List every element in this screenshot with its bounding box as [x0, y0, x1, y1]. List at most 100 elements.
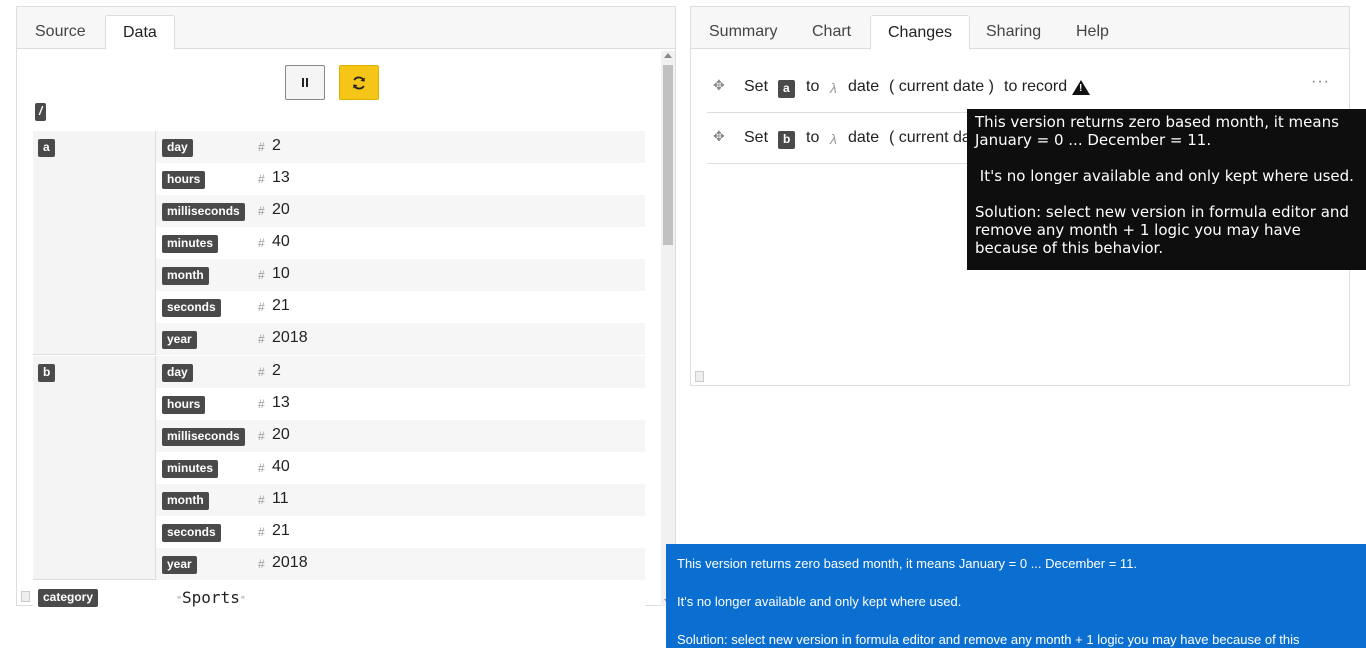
field-value: 20 — [272, 201, 290, 218]
left-tab-bar: Source Data — [17, 7, 675, 50]
field-value: 21 — [272, 297, 290, 314]
field-key: day — [162, 139, 193, 157]
number-type-icon: # — [258, 365, 265, 379]
change-target: to record — [1004, 78, 1068, 95]
group-key-a: a — [38, 139, 55, 157]
field-tag: a — [778, 80, 795, 98]
field-value: 2 — [272, 137, 281, 154]
right-tab-bar: Summary Chart Changes Sharing Help — [691, 7, 1349, 50]
tab-summary[interactable]: Summary — [692, 15, 794, 49]
field-value: 11 — [272, 490, 289, 507]
number-type-icon: # — [258, 429, 265, 443]
field-key: minutes — [162, 460, 219, 478]
change-verb: Set — [744, 129, 769, 146]
number-type-icon: # — [258, 493, 265, 507]
group-key-b: b — [38, 364, 56, 382]
table-row: seconds #21 — [156, 291, 645, 323]
field-key: milliseconds — [162, 428, 245, 446]
change-to: to — [806, 129, 820, 146]
tab-data[interactable]: Data — [105, 15, 175, 50]
tab-changes[interactable]: Changes — [870, 15, 971, 50]
scroll-up-icon[interactable] — [664, 53, 672, 58]
notice-line: Solution: select new version in formula … — [677, 632, 1300, 666]
warning-icon[interactable] — [1072, 80, 1090, 95]
number-type-icon: # — [258, 268, 265, 282]
field-key: month — [162, 267, 209, 285]
table-row: month #11 — [156, 484, 645, 516]
field-key: month — [162, 492, 209, 510]
field-value: 20 — [272, 426, 290, 443]
table-row: minutes #40 — [156, 452, 645, 484]
number-type-icon: # — [258, 397, 265, 411]
number-type-icon: # — [258, 140, 265, 154]
notice-line: This version returns zero based month, i… — [677, 556, 1138, 571]
tab-chart[interactable]: Chart — [795, 15, 868, 49]
group-a-fields: day #2 hours #13 milliseconds #20 minutes #4… — [155, 131, 645, 355]
document-icon — [21, 591, 30, 602]
change-item[interactable]: ✥ Set a to λ date ( current date ) to re… — [707, 63, 1333, 113]
field-value: 2 — [272, 362, 281, 379]
table-row: minutes #40 — [156, 227, 645, 259]
field-key: minutes — [162, 235, 219, 253]
field-tag: b — [778, 131, 796, 149]
field-value: 2018 — [272, 554, 308, 571]
formula-args: ( current da — [889, 129, 971, 146]
more-options-icon[interactable]: ··· — [1311, 73, 1330, 91]
field-key: seconds — [162, 524, 221, 542]
group-b-fields: day #2 hours #13 milliseconds #20 minutes #4… — [155, 356, 645, 580]
number-type-icon: # — [258, 204, 265, 218]
field-value: 21 — [272, 522, 290, 539]
table-row: hours #13 — [156, 163, 645, 195]
field-value: 13 — [272, 394, 290, 411]
number-type-icon: # — [258, 300, 265, 314]
field-key: category — [38, 589, 99, 607]
table-row: milliseconds #20 — [156, 195, 645, 227]
drag-handle-icon[interactable]: ✥ — [713, 77, 725, 94]
formula-name[interactable]: date — [848, 78, 879, 96]
table-row: day #2 — [156, 356, 645, 388]
drag-handle-icon[interactable]: ✥ — [713, 128, 725, 145]
field-key: year — [162, 556, 197, 574]
lambda-icon: λ — [830, 131, 837, 147]
field-value: 40 — [272, 233, 290, 250]
notice-line: It's no longer available and only kept w… — [677, 594, 962, 609]
number-type-icon: # — [258, 461, 265, 475]
record-group-a: a day #2 hours #13 milliseconds #20 minutes… — [33, 131, 645, 355]
field-value: 10 — [272, 265, 290, 282]
data-panel: Source Data / a day #2 hours #13 milliseco… — [16, 6, 676, 607]
category-row: category "Sports" — [33, 581, 645, 607]
table-row: milliseconds #20 — [156, 420, 645, 452]
tab-help[interactable]: Help — [1059, 15, 1126, 49]
table-row: seconds #21 — [156, 516, 645, 548]
field-value: 40 — [272, 458, 290, 475]
tab-sharing[interactable]: Sharing — [969, 15, 1058, 49]
field-value: 2018 — [272, 329, 308, 346]
refresh-icon — [353, 76, 365, 89]
scroll-thumb[interactable] — [663, 65, 673, 245]
refresh-button[interactable] — [339, 65, 379, 100]
table-row: year #2018 — [156, 323, 645, 355]
tooltip-line: This version returns zero based month, i… — [975, 113, 1339, 149]
info-notice: This version returns zero based month, i… — [666, 544, 1366, 666]
number-type-icon: # — [258, 557, 265, 571]
root-path-label: / — [35, 103, 47, 121]
record-group-b: b day #2 hours #13 milliseconds #20 minutes… — [33, 356, 645, 580]
formula-name[interactable]: date — [848, 129, 879, 147]
pause-icon — [301, 74, 309, 92]
vertical-scrollbar[interactable] — [661, 51, 675, 606]
tab-source[interactable]: Source — [18, 15, 103, 49]
document-icon — [695, 371, 704, 382]
number-type-icon: # — [258, 236, 265, 250]
pause-button[interactable] — [285, 65, 325, 100]
field-key: day — [162, 364, 193, 382]
field-key: seconds — [162, 299, 221, 317]
field-value: 13 — [272, 169, 290, 186]
table-row: year #2018 — [156, 548, 645, 580]
field-key: hours — [162, 396, 206, 414]
change-to: to — [806, 78, 820, 95]
field-value: "Sports" — [176, 588, 246, 607]
field-key: hours — [162, 171, 206, 189]
number-type-icon: # — [258, 332, 265, 346]
tooltip-line: It's no longer available and only kept w… — [975, 167, 1354, 185]
formula-args: ( current date ) — [889, 78, 994, 95]
